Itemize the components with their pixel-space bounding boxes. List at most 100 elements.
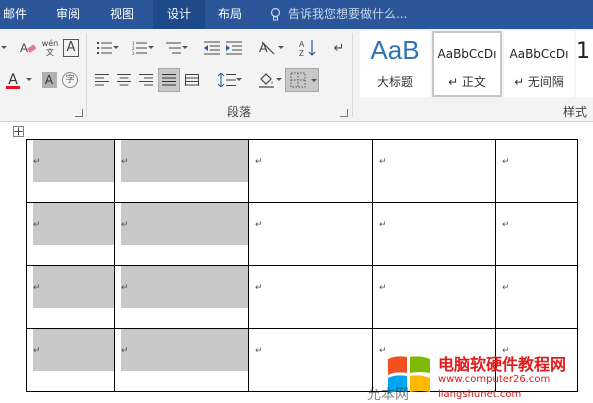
table-cell[interactable]: ↵: [248, 265, 373, 329]
document-area[interactable]: ↵ ↵ ↵ ↵ ↵ ↵ ↵ ↵ ↵ ↵ ↵ ↵ ↵ ↵ ↵ ↵ ↵ ↵ ↵ ↵ 电脑软硬件教程网 www.comput…: [0, 122, 593, 403]
multilevel-list-icon: [166, 42, 181, 54]
numbering-button[interactable]: 1 2 3: [126, 37, 154, 59]
cell-end-mark: ↵: [33, 283, 41, 293]
phonetic-guide-label: wén文: [41, 39, 59, 57]
style-normal[interactable]: AaBbCcDı ↵ 正文: [432, 31, 502, 97]
phonetic-guide-button[interactable]: wén文: [40, 35, 60, 61]
cell-shading: [33, 140, 114, 182]
line-spacing-button[interactable]: [212, 69, 242, 91]
character-shading-label: A: [41, 72, 57, 88]
table-move-handle[interactable]: [13, 126, 24, 137]
table-cell[interactable]: ↵: [372, 265, 496, 329]
tab-layout[interactable]: 布局: [210, 0, 250, 29]
cell-end-mark: ↵: [121, 346, 129, 356]
table-cell[interactable]: ↵: [114, 202, 249, 266]
ribbon: A wén文 A A A 字 1 2 3 A A Z ↵ 段落 AaB 大标题 …: [0, 29, 593, 122]
increase-indent-icon: [226, 41, 242, 55]
asian-layout-icon: A: [259, 40, 275, 55]
table-cell[interactable]: ↵: [114, 265, 249, 329]
cell-shading: [121, 266, 248, 308]
table-cell[interactable]: ↵: [26, 202, 115, 266]
table-cell[interactable]: ↵: [26, 328, 115, 392]
font-color-button[interactable]: A: [4, 69, 22, 91]
cell-end-mark: ↵: [33, 157, 41, 167]
table-cell[interactable]: ↵: [372, 202, 496, 266]
align-right-button[interactable]: [136, 69, 156, 91]
cell-end-mark: ↵: [121, 220, 129, 230]
style-title-sample: AaB: [370, 35, 420, 65]
svg-text:A: A: [20, 41, 28, 55]
tab-review[interactable]: 审阅: [50, 0, 86, 29]
cell-end-mark: ↵: [502, 157, 510, 167]
align-center-button[interactable]: [114, 69, 134, 91]
line-spacing-icon: [218, 73, 236, 87]
table-cell[interactable]: ↵: [248, 328, 373, 392]
character-shading-button[interactable]: A: [40, 69, 58, 91]
cell-end-mark: ↵: [379, 157, 387, 167]
multilevel-list-button[interactable]: [160, 37, 188, 59]
cell-end-mark: ↵: [33, 346, 41, 356]
table-cell[interactable]: ↵: [114, 328, 249, 392]
align-center-icon: [117, 74, 131, 86]
table-cell[interactable]: ↵: [248, 202, 373, 266]
watermark-url-secondary: liangshunet.com: [438, 389, 522, 400]
distributed-button[interactable]: [182, 69, 202, 91]
justify-button[interactable]: [158, 68, 180, 92]
tab-view[interactable]: 视图: [104, 0, 140, 29]
cell-end-mark: ↵: [502, 283, 510, 293]
align-right-icon: [139, 74, 153, 86]
watermark-url: www.computer26.com: [438, 374, 551, 385]
show-paragraph-marks-button[interactable]: ↵: [330, 37, 348, 59]
sort-az-icon: A Z: [299, 40, 316, 57]
font-group-launcher[interactable]: [75, 109, 83, 117]
paint-bucket-icon: [259, 73, 274, 88]
borders-icon: [290, 72, 306, 88]
clear-formatting-button[interactable]: A: [18, 37, 38, 59]
table-cell[interactable]: ↵: [114, 139, 249, 203]
table-cell[interactable]: ↵: [372, 139, 496, 203]
table-row: ↵ ↵ ↵ ↵ ↵: [26, 265, 578, 329]
cell-end-mark: ↵: [255, 346, 263, 356]
svg-text:3: 3: [132, 51, 135, 55]
table-cell[interactable]: ↵: [495, 202, 578, 266]
table-cell[interactable]: ↵: [495, 265, 578, 329]
style-title[interactable]: AaB 大标题: [360, 31, 430, 97]
watermark-title: 电脑软硬件教程网: [438, 355, 567, 374]
svg-text:A: A: [299, 40, 305, 49]
svg-text:A: A: [259, 40, 268, 55]
borders-button[interactable]: [285, 68, 319, 92]
align-left-button[interactable]: [92, 69, 112, 91]
font-size-dropdown[interactable]: [0, 37, 10, 59]
eraser-icon: A: [20, 41, 37, 55]
table-cell[interactable]: ↵: [248, 139, 373, 203]
character-border-button[interactable]: A: [62, 37, 80, 59]
decrease-indent-button[interactable]: [202, 37, 222, 59]
sort-button[interactable]: A Z: [298, 37, 318, 59]
style-heading-1[interactable]: 1: [576, 31, 593, 97]
style-no-spacing-name: ↵ 无间隔: [514, 75, 564, 89]
align-left-icon: [95, 74, 109, 86]
character-border-label: A: [63, 39, 79, 57]
paragraph-group-label: 段落: [227, 105, 252, 119]
numbered-list-icon: 1 2 3: [132, 41, 147, 55]
table-cell[interactable]: ↵: [26, 139, 115, 203]
font-color-dropdown[interactable]: [24, 69, 34, 91]
style-heading-1-sample: 1: [576, 39, 590, 64]
style-no-spacing[interactable]: AaBbCcDı ↵ 无间隔: [504, 31, 574, 97]
table-row: ↵ ↵ ↵ ↵ ↵: [26, 202, 578, 266]
tell-me-placeholder: 告诉我您想要做什么...: [288, 7, 408, 21]
cell-shading: [121, 203, 248, 245]
cell-end-mark: ↵: [121, 157, 129, 167]
paragraph-group-launcher[interactable]: [340, 109, 348, 117]
tab-design[interactable]: 设计: [153, 0, 205, 29]
enclose-characters-button[interactable]: 字: [61, 69, 79, 91]
cell-shading: [33, 203, 114, 245]
asian-layout-button[interactable]: A: [254, 37, 284, 59]
style-normal-name: ↵ 正文: [448, 75, 486, 89]
table-cell[interactable]: ↵: [495, 139, 578, 203]
increase-indent-button[interactable]: [224, 37, 244, 59]
bullets-button[interactable]: [92, 37, 119, 59]
tab-mailings[interactable]: 邮件: [0, 0, 30, 29]
shading-button[interactable]: [252, 69, 282, 91]
table-cell[interactable]: ↵: [26, 265, 115, 329]
